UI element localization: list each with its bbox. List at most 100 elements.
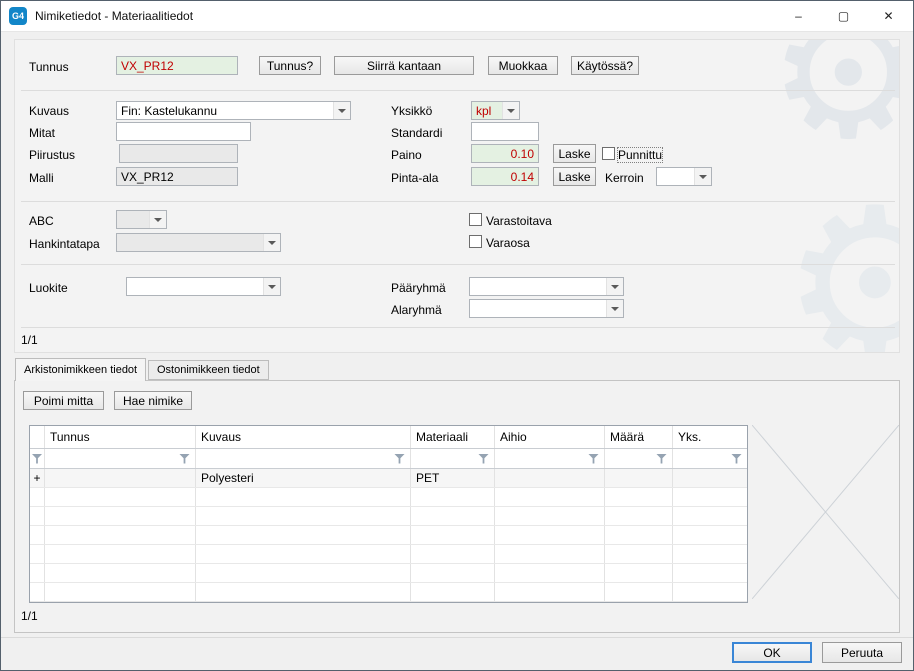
mitat-input[interactable]: [116, 122, 251, 141]
kerroin-label: Kerroin: [605, 171, 644, 185]
column-header-maara[interactable]: Määrä: [605, 426, 673, 448]
luokite-combobox[interactable]: [126, 277, 281, 296]
filter-icon: [588, 454, 599, 464]
kuvaus-combobox[interactable]: Fin: Kastelukannu: [116, 101, 351, 120]
cell-tunnus: [45, 469, 196, 487]
filter-cell[interactable]: [30, 449, 45, 468]
kerroin-combobox[interactable]: [656, 167, 712, 186]
maximize-button[interactable]: ▢: [821, 1, 866, 31]
table-row[interactable]: [30, 526, 747, 545]
table-row[interactable]: [30, 564, 747, 583]
alaryhma-value: [470, 300, 606, 317]
table-row[interactable]: [30, 507, 747, 526]
malli-label: Malli: [29, 171, 54, 185]
standardi-label: Standardi: [391, 126, 442, 140]
varastoitava-label: Varastoitava: [486, 214, 552, 228]
column-header-tunnus[interactable]: Tunnus: [45, 426, 196, 448]
kuvaus-value: Fin: Kastelukannu: [117, 102, 333, 119]
separator: [21, 90, 895, 91]
tunnus-label: Tunnus: [29, 60, 69, 74]
tab-ostonimikkeen-tiedot[interactable]: Ostonimikkeen tiedot: [148, 360, 269, 380]
ok-button[interactable]: OK: [732, 642, 812, 663]
malli-input[interactable]: VX_PR12: [116, 167, 238, 186]
standardi-input[interactable]: [471, 122, 539, 141]
separator: [21, 327, 895, 328]
varaosa-label: Varaosa: [486, 236, 530, 250]
app-icon: G4: [9, 7, 27, 25]
table-row[interactable]: [30, 545, 747, 564]
form-panel: ⚙ ⚙: [14, 39, 900, 353]
filter-icon: [179, 454, 190, 464]
chevron-down-icon: [263, 234, 280, 251]
materials-grid: Tunnus Kuvaus Materiaali Aihio Määrä Yks…: [29, 425, 748, 603]
tunnus-question-button[interactable]: Tunnus?: [259, 56, 321, 75]
piirustus-label: Piirustus: [29, 148, 75, 162]
kerroin-value: [657, 168, 694, 185]
varastoitava-checkbox[interactable]: [469, 213, 482, 226]
chevron-down-icon: [333, 102, 350, 119]
filter-cell[interactable]: [45, 449, 196, 468]
alaryhma-combobox[interactable]: [469, 299, 624, 318]
column-header-yks[interactable]: Yks.: [673, 426, 747, 448]
tunnus-input[interactable]: VX_PR12: [116, 56, 238, 75]
filter-cell[interactable]: [605, 449, 673, 468]
column-header-kuvaus[interactable]: Kuvaus: [196, 426, 411, 448]
filter-icon: [32, 454, 43, 464]
filter-cell[interactable]: [196, 449, 411, 468]
peruuta-button[interactable]: Peruuta: [822, 642, 902, 663]
table-row[interactable]: [30, 583, 747, 602]
column-header-materiaali[interactable]: Materiaali: [411, 426, 495, 448]
filter-icon: [478, 454, 489, 464]
varaosa-checkbox[interactable]: [469, 235, 482, 248]
tab-arkistonimikkeen-tiedot[interactable]: Arkistonimikkeen tiedot: [15, 358, 146, 381]
piirustus-input[interactable]: [119, 144, 238, 163]
abc-label: ABC: [29, 214, 54, 228]
window-controls: – ▢ ✕: [776, 1, 911, 31]
hae-nimike-button[interactable]: Hae nimike: [114, 391, 192, 410]
punnittu-checkbox[interactable]: [602, 147, 615, 160]
luokite-label: Luokite: [29, 281, 68, 295]
filter-icon: [731, 454, 742, 464]
titlebar: G4 Nimiketiedot - Materiaalitiedot – ▢ ✕: [1, 1, 913, 32]
filter-cell[interactable]: [673, 449, 747, 468]
mitat-label: Mitat: [29, 126, 55, 140]
poimi-mitta-button[interactable]: Poimi mitta: [23, 391, 104, 410]
paaryhma-value: [470, 278, 606, 295]
kaytossa-button[interactable]: Käytössä?: [571, 56, 639, 75]
pinta-ala-laske-button[interactable]: Laske: [553, 167, 596, 186]
abc-combobox[interactable]: [116, 210, 167, 229]
table-row[interactable]: [30, 488, 747, 507]
filter-cell[interactable]: [495, 449, 605, 468]
luokite-value: [127, 278, 263, 295]
chevron-down-icon: [606, 300, 623, 317]
record-pager: 1/1: [21, 333, 38, 347]
cell-aihio: [495, 469, 605, 487]
hankintatapa-combobox[interactable]: [116, 233, 281, 252]
grid-pager: 1/1: [21, 609, 38, 623]
minimize-button[interactable]: –: [776, 1, 821, 31]
paino-label: Paino: [391, 148, 422, 162]
hankintatapa-label: Hankintatapa: [29, 237, 100, 251]
empty-area-cross: [752, 425, 899, 599]
paaryhma-combobox[interactable]: [469, 277, 624, 296]
yksikko-combobox[interactable]: kpl: [471, 101, 520, 120]
muokkaa-button[interactable]: Muokkaa: [488, 56, 558, 75]
paino-input[interactable]: 0.10: [471, 144, 539, 163]
table-row[interactable]: + Polyesteri PET: [30, 469, 747, 488]
pinta-ala-input[interactable]: 0.14: [471, 167, 539, 186]
siirra-kantaan-button[interactable]: Siirrä kantaan: [334, 56, 474, 75]
cell-kuvaus: Polyesteri: [196, 469, 411, 487]
kuvaus-label: Kuvaus: [29, 104, 69, 118]
filter-cell[interactable]: [411, 449, 495, 468]
cell-materiaali: PET: [411, 469, 495, 487]
chevron-down-icon: [502, 102, 519, 119]
close-button[interactable]: ✕: [866, 1, 911, 31]
alaryhma-label: Alaryhmä: [391, 303, 442, 317]
column-header-aihio[interactable]: Aihio: [495, 426, 605, 448]
separator: [21, 264, 895, 265]
paaryhma-label: Pääryhmä: [391, 281, 446, 295]
gear-watermark: ⚙: [768, 39, 900, 165]
paino-laske-button[interactable]: Laske: [553, 144, 596, 163]
yksikko-label: Yksikkö: [391, 104, 432, 118]
separator: [21, 201, 895, 202]
